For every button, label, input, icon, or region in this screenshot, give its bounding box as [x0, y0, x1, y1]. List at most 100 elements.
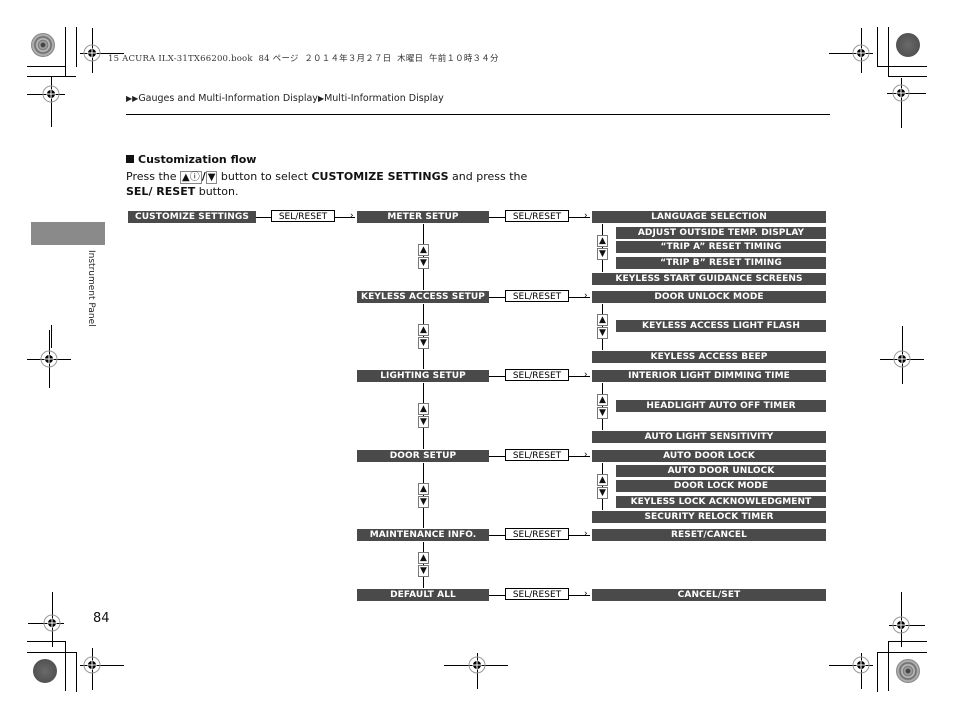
category-scroll-keys: ▲ ▼: [418, 403, 429, 429]
sel-reset-box: SEL/RESET: [505, 528, 569, 540]
up-arrow-key-icon: ▲: [418, 552, 429, 564]
breadcrumb-item[interactable]: Gauges and Multi-Information Display: [138, 93, 318, 104]
setting-item-box: RESET/CANCEL: [592, 529, 826, 541]
setting-item-box: KEYLESS START GUIDANCE SCREENS: [592, 273, 826, 285]
section-title: Customization flow: [126, 153, 256, 166]
registration-mark-icon: [893, 350, 911, 368]
down-arrow-key-icon: ▼: [597, 248, 608, 260]
registration-disc-icon: [896, 33, 920, 57]
breadcrumb: ▶▶Gauges and Multi-Information Display▶M…: [126, 93, 444, 104]
down-arrow-key-icon: ▼: [418, 495, 429, 508]
breadcrumb-marker-icon: ▶▶: [126, 94, 139, 103]
crop-line: [27, 652, 77, 653]
sel-reset-box: SEL/RESET: [271, 210, 335, 222]
setting-item-box: “TRIP B” RESET TIMING: [616, 257, 826, 269]
down-arrow-key-icon: ▼: [418, 416, 429, 428]
sel-reset-box: SEL/RESET: [505, 290, 569, 302]
registration-disc-icon: [33, 659, 57, 683]
sel-reset-box: SEL/RESET: [505, 369, 569, 381]
registration-mark-icon: [468, 656, 486, 674]
crop-line: [888, 641, 927, 642]
crop-line: [76, 27, 77, 67]
crop-line: [888, 641, 889, 691]
crop-line: [888, 27, 889, 77]
setting-item-box: CANCEL/SET: [592, 589, 826, 601]
setting-item-box: HEADLIGHT AUTO OFF TIMER: [616, 400, 826, 412]
item-scroll-keys: ▲ ▼: [597, 473, 608, 500]
down-arrow-key-icon: ▼: [597, 406, 608, 419]
setting-item-box: AUTO DOOR LOCK: [592, 450, 826, 462]
item-scroll-keys: ▲ ▼: [597, 235, 608, 261]
page-number: 84: [93, 611, 110, 626]
square-bullet-icon: [126, 155, 134, 163]
crop-line: [888, 76, 927, 77]
setting-item-box: DOOR LOCK MODE: [616, 480, 826, 492]
category-scroll-keys: ▲ ▼: [418, 323, 429, 350]
registration-mark-icon: [892, 616, 910, 634]
registration-disc-icon: [31, 33, 55, 57]
up-arrow-key-icon: ▲: [597, 235, 608, 247]
down-arrow-key-icon: ▼: [418, 336, 429, 349]
up-arrow-key-icon: ▲: [418, 403, 429, 415]
header-rule: [126, 114, 830, 115]
breadcrumb-item[interactable]: Multi-Information Display: [324, 93, 444, 104]
crop-line: [877, 66, 927, 67]
arrow-right-icon: ›: [584, 589, 588, 599]
side-tab-line: [51, 325, 52, 348]
up-arrow-key-icon: ▲: [597, 314, 608, 326]
intro-bold: SEL/ RESET: [126, 185, 196, 198]
registration-mark-icon: [43, 614, 61, 632]
registration-mark-icon: [892, 84, 910, 102]
registration-mark-icon: [852, 656, 870, 674]
up-arrow-key-icon: ▲: [418, 323, 429, 336]
setting-item-box: LANGUAGE SELECTION: [592, 211, 826, 223]
connector-line: [489, 535, 505, 536]
down-arrow-key-icon: ▼: [418, 257, 429, 269]
intro-text: and press the: [448, 170, 528, 183]
setting-item-box: DOOR UNLOCK MODE: [592, 291, 826, 303]
setting-item-box: SECURITY RELOCK TIMER: [592, 511, 826, 523]
setting-item-box: KEYLESS ACCESS LIGHT FLASH: [616, 320, 826, 332]
registration-mark-icon: [40, 350, 58, 368]
arrow-right-icon: ›: [350, 211, 354, 221]
up-arrow-key-icon: ▲: [597, 393, 608, 406]
sel-reset-box: SEL/RESET: [505, 449, 569, 461]
connector-line: [489, 376, 505, 377]
crop-line: [76, 652, 77, 692]
down-arrow-key-icon: ▼: [597, 486, 608, 499]
print-file-info: 15 ACURA ILX-31TX66200.book 84 ページ ２０１４年…: [108, 54, 499, 64]
intro-text: Press the: [126, 170, 180, 183]
intro-text: button to select: [217, 170, 312, 183]
connector-line: [489, 297, 505, 298]
crop-line: [65, 641, 66, 691]
registration-mark-icon: [83, 656, 101, 674]
setting-item-box: “TRIP A” RESET TIMING: [616, 241, 826, 253]
down-key-icon: ▼: [205, 171, 218, 184]
intro-text: button.: [195, 185, 239, 198]
flow-start-box: CUSTOMIZE SETTINGS: [128, 211, 256, 223]
item-scroll-keys: ▲ ▼: [597, 314, 608, 340]
arrow-right-icon: ›: [584, 291, 588, 301]
arrow-right-icon: ›: [584, 529, 588, 539]
connector-line: [489, 595, 505, 596]
up-arrow-key-icon: ▲: [418, 244, 429, 256]
down-arrow-key-icon: ▼: [597, 327, 608, 339]
crop-line: [27, 66, 66, 67]
registration-disc-icon: [896, 659, 920, 683]
category-scroll-keys: ▲ ▼: [418, 482, 429, 509]
category-box: KEYLESS ACCESS SETUP: [357, 291, 489, 303]
crop-line: [65, 27, 66, 77]
setting-item-box: KEYLESS ACCESS BEEP: [592, 351, 826, 363]
connector-line: [489, 217, 505, 218]
intro-bold: CUSTOMIZE SETTINGS: [311, 170, 449, 183]
category-scroll-keys: ▲ ▼: [418, 244, 429, 270]
setting-item-box: ADJUST OUTSIDE TEMP. DISPLAY: [616, 227, 826, 239]
up-arrow-key-icon: ▲: [418, 482, 429, 495]
registration-mark-icon: [83, 44, 101, 62]
intro-paragraph: Press the ▲ⓘ / ▼ button to select CUSTOMIZ…: [126, 169, 546, 199]
section-title-text: Customization flow: [138, 153, 257, 166]
side-tab-label: Instrument Panel: [86, 250, 96, 327]
connector-line: [489, 456, 505, 457]
up-arrow-key-icon: ▲: [597, 473, 608, 486]
setting-item-box: AUTO DOOR UNLOCK: [616, 465, 826, 477]
